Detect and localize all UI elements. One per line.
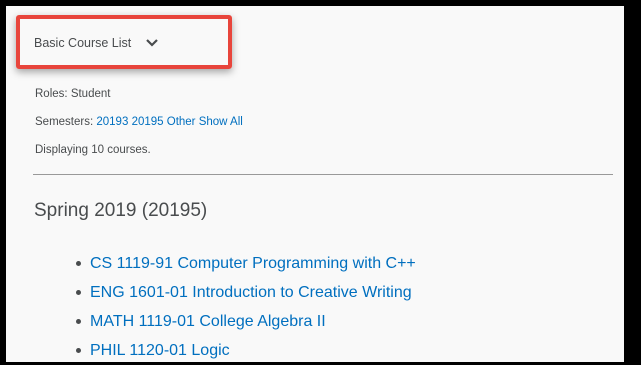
semester-link-20195[interactable]: 20195 [132,116,164,128]
highlight-annotation-box [16,15,232,69]
course-list: CS 1119-91 Computer Programming with C++… [76,249,416,365]
list-item: PHIL 1120-01 Logic [76,336,416,365]
bullet-icon [76,290,81,295]
bullet-icon [76,319,81,324]
semester-link-other[interactable]: Other [167,116,196,128]
list-item: ENG 1601-01 Introduction to Creative Wri… [76,278,416,307]
course-link-math-1119[interactable]: MATH 1119-01 College Algebra II [90,313,326,331]
window-edge [624,0,641,358]
list-item: CS 1119-91 Computer Programming with C++ [76,249,416,278]
course-link-phil-1120[interactable]: PHIL 1120-01 Logic [90,342,230,360]
divider [33,174,613,175]
semester-link-20193[interactable]: 20193 [96,116,128,128]
bullet-icon [76,348,81,353]
list-item: MATH 1119-01 College Algebra II [76,307,416,336]
semesters-label: Semesters: [35,116,94,128]
bullet-icon [76,261,81,266]
course-link-eng-1601[interactable]: ENG 1601-01 Introduction to Creative Wri… [90,284,412,302]
semester-heading: Spring 2019 (20195) [34,200,208,221]
roles-line: Roles: Student [35,88,110,100]
course-link-cs-1119[interactable]: CS 1119-91 Computer Programming with C++ [90,255,416,273]
semester-link-show-all[interactable]: Show All [199,116,243,128]
roles-value: Student [70,88,111,100]
course-count: Displaying 10 courses. [35,144,151,156]
roles-label: Roles: [35,88,68,100]
semesters-line: Semesters: 20193 20195 Other Show All [35,116,243,128]
